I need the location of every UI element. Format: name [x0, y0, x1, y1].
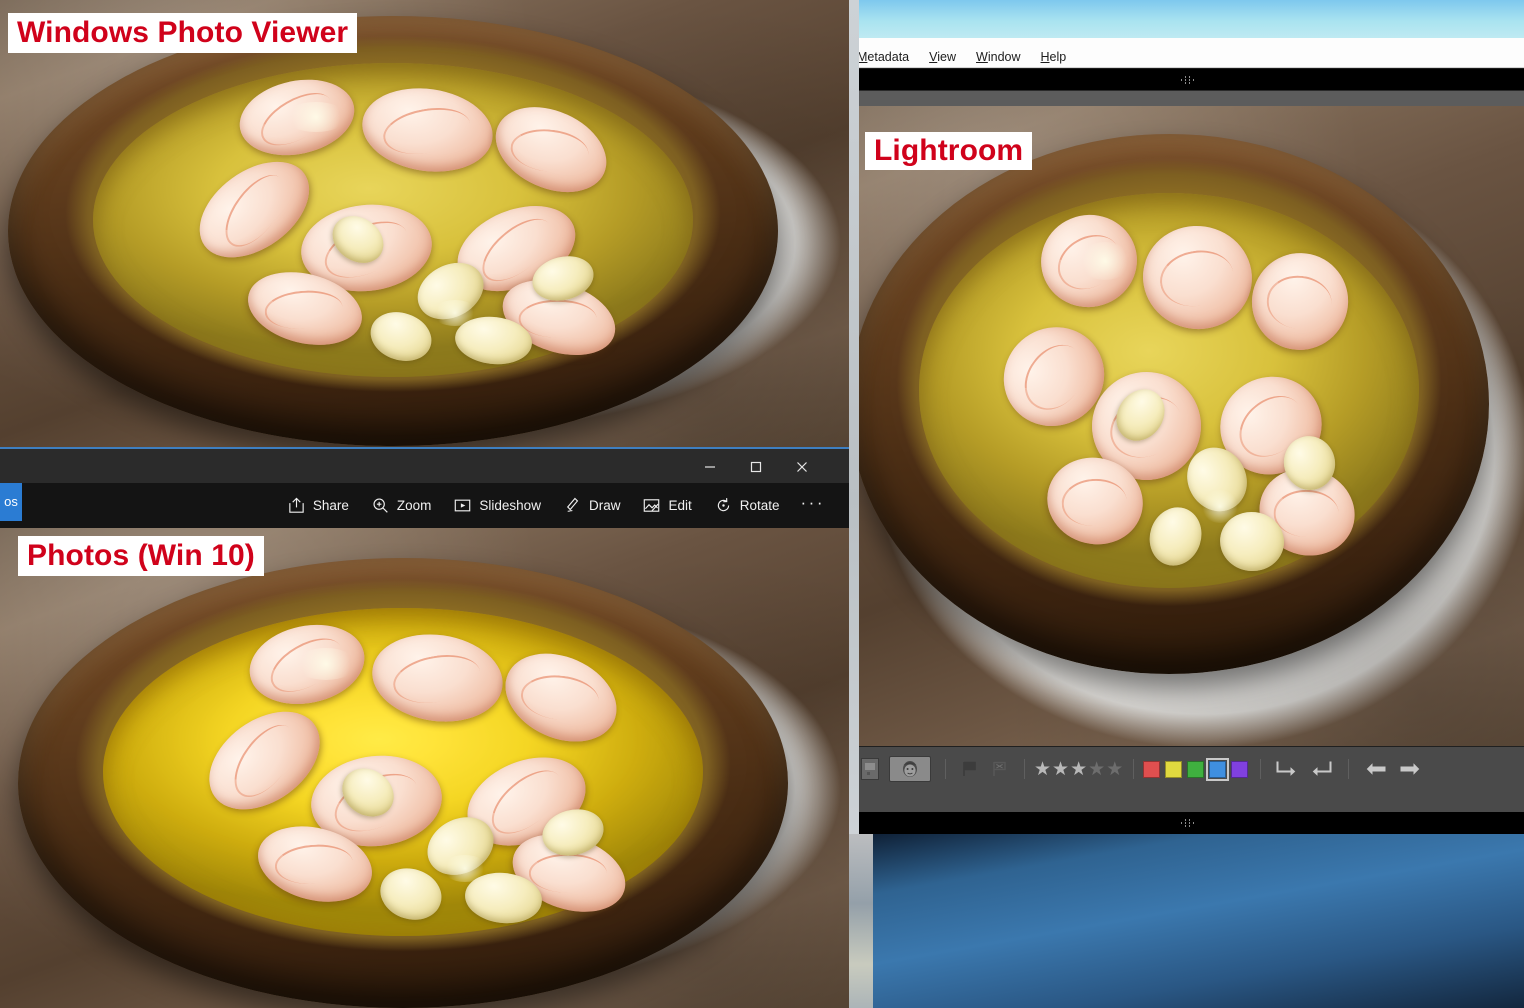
annotation-windows-photo-viewer: Windows Photo Viewer: [8, 13, 358, 53]
share-icon: [287, 496, 306, 515]
menu-view[interactable]: View: [927, 50, 958, 64]
lightroom-image-canvas: Lightroom: [849, 106, 1524, 746]
edit-label: Edit: [668, 498, 692, 513]
color-label-red[interactable]: [1143, 760, 1161, 778]
toolbar-divider: [1024, 759, 1025, 779]
annotation-lightroom: Lightroom: [865, 132, 1033, 170]
clay-bowl: [8, 16, 778, 446]
magnifier-plus-icon: [371, 496, 390, 515]
comparison-screenshot: Windows Photo Viewer os Share Zoom Slide…: [0, 0, 1524, 1008]
flag-pick-button[interactable]: [961, 760, 979, 778]
star-5[interactable]: ★: [1106, 758, 1124, 781]
photos-collection-tab[interactable]: os: [0, 483, 22, 521]
lightroom-module-bar: [849, 90, 1524, 106]
zoom-label: Zoom: [396, 498, 432, 513]
draw-button[interactable]: Draw: [552, 491, 632, 520]
lightroom-side: Metadata View Window Help Lightroom ★ ★ …: [849, 0, 1524, 1008]
star-1[interactable]: ★: [1034, 758, 1052, 781]
rotate-label: Rotate: [739, 498, 780, 513]
menu-metadata[interactable]: Metadata: [855, 50, 911, 64]
lightroom-menubar: Metadata View Window Help: [849, 38, 1524, 68]
photos-titlebar[interactable]: [0, 447, 849, 483]
panel-grip-icon: [1179, 76, 1195, 84]
rotate-left-icon: [1308, 758, 1334, 780]
flag-icon: [961, 760, 979, 778]
toolbar-divider: [1348, 759, 1350, 779]
color-label-group: [1143, 757, 1249, 781]
photos-command-bar: Share Zoom Slideshow Draw Edit Rotate ··…: [0, 483, 849, 528]
slideshow-icon: [453, 496, 472, 515]
rotate-right-icon: [1274, 758, 1300, 780]
annotation-photos-win10: Photos (Win 10): [18, 536, 264, 576]
edit-button[interactable]: Edit: [631, 491, 702, 520]
more-options-button[interactable]: ···: [791, 488, 835, 524]
toolbar-divider: [945, 759, 946, 779]
clay-bowl: [18, 558, 788, 1008]
slideshow-label: Slideshow: [479, 498, 541, 513]
color-label-purple[interactable]: [1231, 760, 1249, 778]
clay-bowl: [849, 134, 1489, 674]
desktop-wallpaper-top: [849, 0, 1524, 38]
lightroom-filmstrip-toolbar: ★ ★ ★ ★ ★: [849, 746, 1524, 812]
wpv-photo: [0, 0, 849, 447]
next-photo-button[interactable]: [1398, 760, 1422, 778]
draw-label: Draw: [588, 498, 621, 513]
lightroom-window-left-edge: [849, 0, 859, 834]
share-button[interactable]: Share: [276, 491, 360, 520]
rotate-icon: [714, 496, 733, 515]
photos-tab-label: os: [4, 494, 18, 509]
windows-photo-viewer-panel: Windows Photo Viewer: [0, 0, 849, 447]
desktop-wallpaper-bottom: [849, 834, 1524, 1008]
rotate-right-button[interactable]: [1274, 758, 1300, 780]
photos-image-canvas: [0, 528, 849, 1008]
face-icon: [899, 759, 921, 779]
pen-icon: [563, 496, 582, 515]
arrow-right-icon: [1398, 760, 1422, 778]
flag-reject-icon: [991, 760, 1009, 778]
menu-window[interactable]: Window: [974, 50, 1022, 64]
color-label-yellow[interactable]: [1165, 760, 1183, 778]
filmstrip-thumbnail[interactable]: [861, 758, 879, 780]
toolbar-divider: [1260, 759, 1262, 779]
maximize-button[interactable]: [733, 449, 779, 485]
face-detection-button[interactable]: [889, 756, 931, 782]
rotate-left-button[interactable]: [1308, 758, 1334, 780]
rotate-button[interactable]: Rotate: [703, 491, 791, 520]
edit-image-icon: [642, 496, 661, 515]
color-label-green[interactable]: [1187, 760, 1205, 778]
lightroom-photo: [849, 106, 1524, 746]
zoom-button[interactable]: Zoom: [360, 491, 443, 520]
star-rating[interactable]: ★ ★ ★ ★ ★: [1034, 758, 1124, 781]
slideshow-button[interactable]: Slideshow: [442, 491, 552, 520]
lightroom-top-panel-collapsed[interactable]: [849, 69, 1524, 90]
color-label-blue[interactable]: [1206, 757, 1230, 781]
share-label: Share: [312, 498, 349, 513]
previous-photo-button[interactable]: [1364, 760, 1388, 778]
star-3[interactable]: ★: [1070, 758, 1088, 781]
toolbar-divider: [1133, 759, 1135, 779]
panel-grip-icon: [1179, 819, 1195, 827]
star-4[interactable]: ★: [1088, 758, 1106, 781]
lightroom-toolbar: ★ ★ ★ ★ ★: [849, 747, 1524, 791]
arrow-left-icon: [1364, 760, 1388, 778]
minimize-button[interactable]: [687, 449, 733, 485]
photos-photo: [0, 528, 849, 1008]
close-button[interactable]: [779, 449, 825, 485]
star-2[interactable]: ★: [1052, 758, 1070, 781]
lightroom-bottom-panel-collapsed[interactable]: [849, 812, 1524, 834]
flag-reject-button[interactable]: [991, 760, 1009, 778]
photos-app-window: os Share Zoom Slideshow Draw Edit Rotate…: [0, 447, 849, 1008]
menu-help[interactable]: Help: [1039, 50, 1069, 64]
